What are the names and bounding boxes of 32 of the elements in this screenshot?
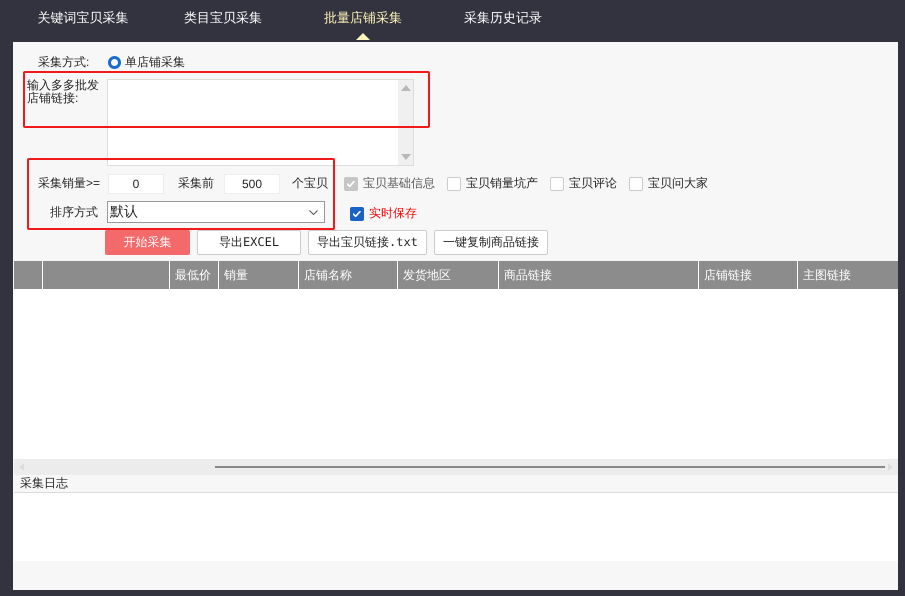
radio-label: 单店铺采集: [125, 54, 185, 70]
field-label: 采集方式:: [38, 54, 90, 70]
field-label: 输入多多批发店铺链接:: [27, 79, 100, 105]
check-icon: [347, 180, 355, 186]
field-label: 采集前: [178, 175, 214, 192]
scroll-up-icon[interactable]: [400, 85, 410, 91]
scroll-down-icon[interactable]: [400, 154, 410, 160]
field-label: 采集销量>=: [38, 175, 102, 192]
scrollbar-thumb[interactable]: [215, 466, 885, 468]
radio-button[interactable]: [108, 56, 121, 68]
scrollbar[interactable]: [398, 80, 413, 165]
caret-icon: [309, 210, 318, 214]
checkbox-label: 宝贝基础信息: [363, 175, 435, 192]
tab[interactable]: 关键词宝贝采集: [13, 0, 153, 42]
tab[interactable]: 采集历史记录: [433, 0, 573, 42]
horizontal-scrollbar[interactable]: [14, 459, 898, 475]
field-label: 排序方式: [50, 204, 99, 220]
checkbox-label: 实时保存: [369, 205, 417, 222]
tab[interactable]: 类目宝贝采集: [153, 0, 293, 42]
checkbox-label: 宝贝问大家: [648, 175, 708, 192]
check-icon: [353, 210, 361, 216]
checkbox-label: 宝贝销量坑产: [466, 175, 538, 192]
button[interactable]: 导出EXCEL: [197, 230, 301, 255]
text-area[interactable]: [107, 79, 414, 166]
input-field[interactable]: 0: [108, 174, 164, 194]
button[interactable]: 导出宝贝链接.txt: [308, 230, 427, 255]
field-label: 个宝贝: [292, 175, 328, 192]
dropdown[interactable]: 默认: [107, 201, 325, 223]
checkbox[interactable]: [350, 206, 364, 220]
input-field[interactable]: 500: [224, 174, 280, 194]
button[interactable]: 一键复制商品链接: [434, 230, 548, 255]
checkbox-label: 宝贝评论: [569, 175, 617, 192]
